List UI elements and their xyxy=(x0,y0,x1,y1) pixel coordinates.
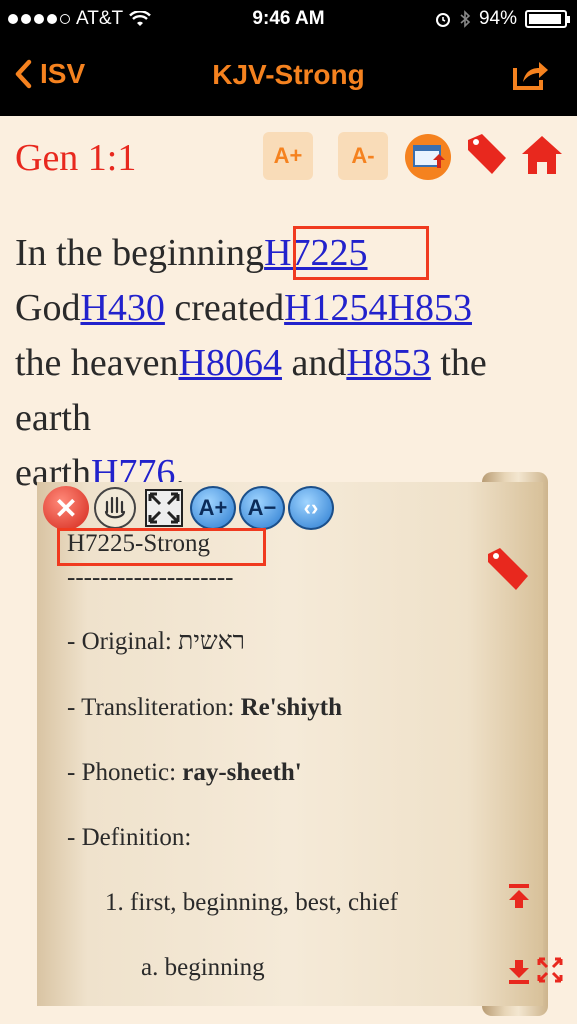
tag-button[interactable] xyxy=(462,130,510,178)
original-row: - Original: ראשית xyxy=(67,628,245,656)
verse-reference: Gen 1:1 xyxy=(15,137,137,179)
navigation-bar: ISV KJV-Strong xyxy=(0,38,577,116)
code-toggle-button[interactable]: ‹› xyxy=(288,486,334,530)
expand-icon xyxy=(145,489,183,527)
bluetooth-icon xyxy=(460,10,471,28)
strong-link[interactable]: H1254H853 xyxy=(284,287,472,329)
tag-icon xyxy=(488,548,528,590)
fullscreen-button[interactable] xyxy=(141,486,187,530)
close-panel-button[interactable]: ✕ xyxy=(43,486,89,530)
transliteration-row: - Transliteration: Re'shiyth xyxy=(67,694,342,722)
verse-word: the heaven xyxy=(15,342,179,384)
original-value: ראשית xyxy=(178,628,245,655)
close-icon: ✕ xyxy=(54,492,78,524)
transliteration-value: Re'shiyth xyxy=(240,694,343,721)
phonetic-value: ray-sheeth' xyxy=(182,759,302,786)
nav-title: KJV-Strong xyxy=(212,59,365,90)
home-button[interactable] xyxy=(518,132,566,176)
heading-highlight-box xyxy=(57,528,266,566)
definition-label: - Definition: xyxy=(67,824,192,851)
transliteration-label: - Transliteration: xyxy=(67,694,241,721)
phonetic-label: - Phonetic: xyxy=(67,759,183,786)
code-icon: ‹› xyxy=(303,495,319,520)
verse-word: In the beginning xyxy=(15,232,265,274)
share-icon xyxy=(513,62,548,90)
strong-link[interactable]: H853 xyxy=(346,342,430,384)
tag-icon xyxy=(468,134,506,174)
scroll-top-button[interactable] xyxy=(507,882,531,915)
panel-toolbar: ✕ A+ A− ‹› xyxy=(43,486,334,530)
phonetic-row: - Phonetic: ray-sheeth' xyxy=(67,759,302,787)
export-button[interactable] xyxy=(403,132,453,182)
original-label: - Original: xyxy=(67,628,179,655)
arrow-to-bottom-icon xyxy=(509,960,529,984)
verse-word: and xyxy=(281,342,347,384)
panel-divider: -------------------- xyxy=(67,564,234,591)
hand-icon xyxy=(94,487,136,529)
scroll-bottom-button[interactable] xyxy=(507,958,531,991)
export-icon xyxy=(405,134,451,180)
share-button[interactable] xyxy=(511,56,551,97)
home-icon xyxy=(522,136,562,174)
panel-font-decrease-button[interactable]: A− xyxy=(239,486,285,530)
definition-subitem: a. beginning xyxy=(141,954,265,981)
battery-percent: 94% xyxy=(478,8,517,29)
drag-button[interactable] xyxy=(92,486,138,530)
expand-icon xyxy=(537,957,563,983)
arrow-to-top-icon xyxy=(509,884,529,908)
strong-link[interactable]: H430 xyxy=(80,287,164,329)
verse-text: In the beginningH7225 GodH430 createdH12… xyxy=(15,226,565,501)
font-decrease-button[interactable]: A- xyxy=(338,132,388,180)
highlight-box xyxy=(293,226,429,280)
panel-font-increase-button[interactable]: A+ xyxy=(190,486,236,530)
verse-word: God xyxy=(15,287,81,329)
panel-tag-button[interactable] xyxy=(484,546,532,599)
strong-link[interactable]: H8064 xyxy=(179,342,282,384)
status-bar: AT&T 9:46 AM 94% xyxy=(0,0,577,38)
alarm-icon xyxy=(435,13,450,27)
verse-word: created xyxy=(164,287,285,329)
font-increase-button[interactable]: A+ xyxy=(263,132,313,180)
battery-icon xyxy=(525,10,570,28)
panel-expand-button[interactable] xyxy=(536,956,564,989)
definition-item: 1. first, beginning, best, chief xyxy=(105,889,398,916)
